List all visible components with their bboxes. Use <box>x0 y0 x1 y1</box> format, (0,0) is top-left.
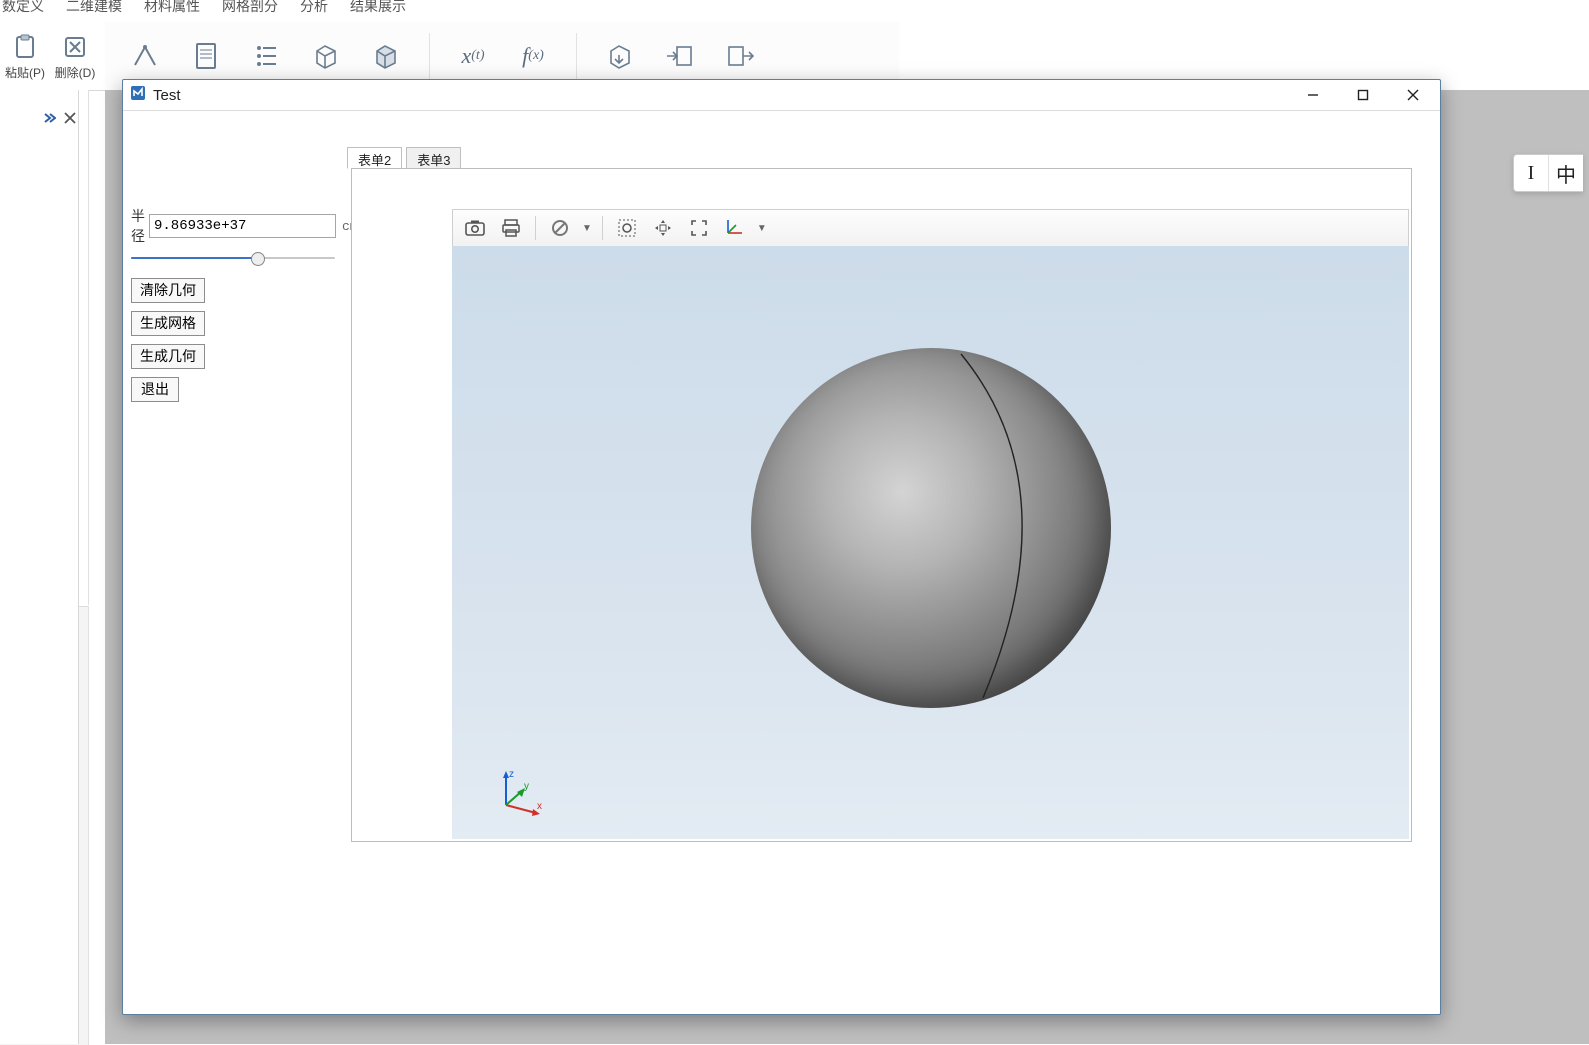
delete-label: 删除(D) <box>55 64 96 81</box>
document-icon[interactable] <box>189 39 223 73</box>
rendered-sphere <box>751 348 1111 708</box>
radius-label: 半径 <box>131 206 145 246</box>
close-panel-icon[interactable] <box>64 112 76 127</box>
viewer-area: 表单2 表单3 ▼ <box>351 146 1412 842</box>
menu-item[interactable]: 材料属性 <box>144 0 200 18</box>
pan-icon[interactable] <box>649 214 677 242</box>
paste-button[interactable]: 粘贴(P) <box>0 32 50 81</box>
app-menu: 数定义 二维建模 材料属性 网格剖分 分析 结果展示 <box>0 0 406 18</box>
svg-text:z: z <box>509 769 514 780</box>
screenshot-icon[interactable] <box>461 214 489 242</box>
chevron-down-icon[interactable]: ▼ <box>757 223 767 234</box>
import-icon[interactable] <box>663 39 697 73</box>
delete-icon <box>60 32 90 62</box>
viewer-toolbar: ▼ ▼ <box>452 209 1409 247</box>
menu-item[interactable]: 分析 <box>300 0 328 18</box>
solid-cube-icon[interactable] <box>369 39 403 73</box>
export-cube-icon[interactable] <box>603 39 637 73</box>
separator <box>576 33 577 79</box>
generate-geometry-button[interactable]: 生成几何 <box>131 344 205 369</box>
no-symbol-icon[interactable] <box>546 214 574 242</box>
print-icon[interactable] <box>497 214 525 242</box>
ime-indicator[interactable]: I 中 <box>1513 154 1583 192</box>
zoom-region-icon[interactable] <box>613 214 641 242</box>
exit-button[interactable]: 退出 <box>131 377 179 402</box>
xt-function-icon[interactable]: x(t) <box>456 39 490 73</box>
paste-icon <box>10 32 40 62</box>
tab-form2[interactable]: 表单2 <box>347 147 402 169</box>
radius-slider[interactable] <box>131 250 335 266</box>
fit-view-icon[interactable] <box>685 214 713 242</box>
left-strip <box>0 90 79 1044</box>
tab-form3[interactable]: 表单3 <box>406 147 461 169</box>
wire-cube-icon[interactable] <box>309 39 343 73</box>
parameter-pane: 半径 cm 清除几何 生成网格 生成几何 退出 <box>131 206 335 406</box>
close-button[interactable] <box>1388 80 1438 110</box>
app-icon <box>129 84 147 106</box>
generate-mesh-button[interactable]: 生成网格 <box>131 311 205 336</box>
viewport-canvas[interactable]: z x y <box>452 246 1409 839</box>
viewer-frame: ▼ ▼ <box>351 168 1412 842</box>
svg-text:x: x <box>537 801 542 812</box>
ribbon-clipboard-group: 粘贴(P) 删除(D) <box>0 22 106 91</box>
menu-item[interactable]: 二维建模 <box>66 0 122 18</box>
ime-mode-cjk[interactable]: 中 <box>1548 155 1583 191</box>
sketch-icon[interactable] <box>129 39 163 73</box>
axes-icon[interactable] <box>721 214 749 242</box>
export-icon[interactable] <box>723 39 757 73</box>
tree-icon[interactable] <box>249 39 283 73</box>
separator <box>429 33 430 79</box>
paste-label: 粘贴(P) <box>5 64 45 81</box>
titlebar[interactable]: Test <box>123 80 1440 111</box>
fx-function-icon[interactable]: f(x) <box>516 39 550 73</box>
minimize-button[interactable] <box>1288 80 1338 110</box>
dialog-window: Test 半径 cm 清除几何 生成网格 <box>122 79 1441 1015</box>
expand-icon[interactable] <box>42 111 56 128</box>
clear-geometry-button[interactable]: 清除几何 <box>131 278 205 303</box>
radius-input[interactable] <box>149 214 336 238</box>
chevron-down-icon[interactable]: ▼ <box>582 223 592 234</box>
delete-button[interactable]: 删除(D) <box>50 32 100 81</box>
menu-item[interactable]: 数定义 <box>2 0 44 18</box>
maximize-button[interactable] <box>1338 80 1388 110</box>
menu-item[interactable]: 结果展示 <box>350 0 406 18</box>
menu-item[interactable]: 网格剖分 <box>222 0 278 18</box>
axis-triad: z x y <box>492 765 544 817</box>
svg-text:y: y <box>524 781 529 792</box>
ime-mode-alpha[interactable]: I <box>1514 155 1548 191</box>
dialog-title: Test <box>153 87 181 104</box>
